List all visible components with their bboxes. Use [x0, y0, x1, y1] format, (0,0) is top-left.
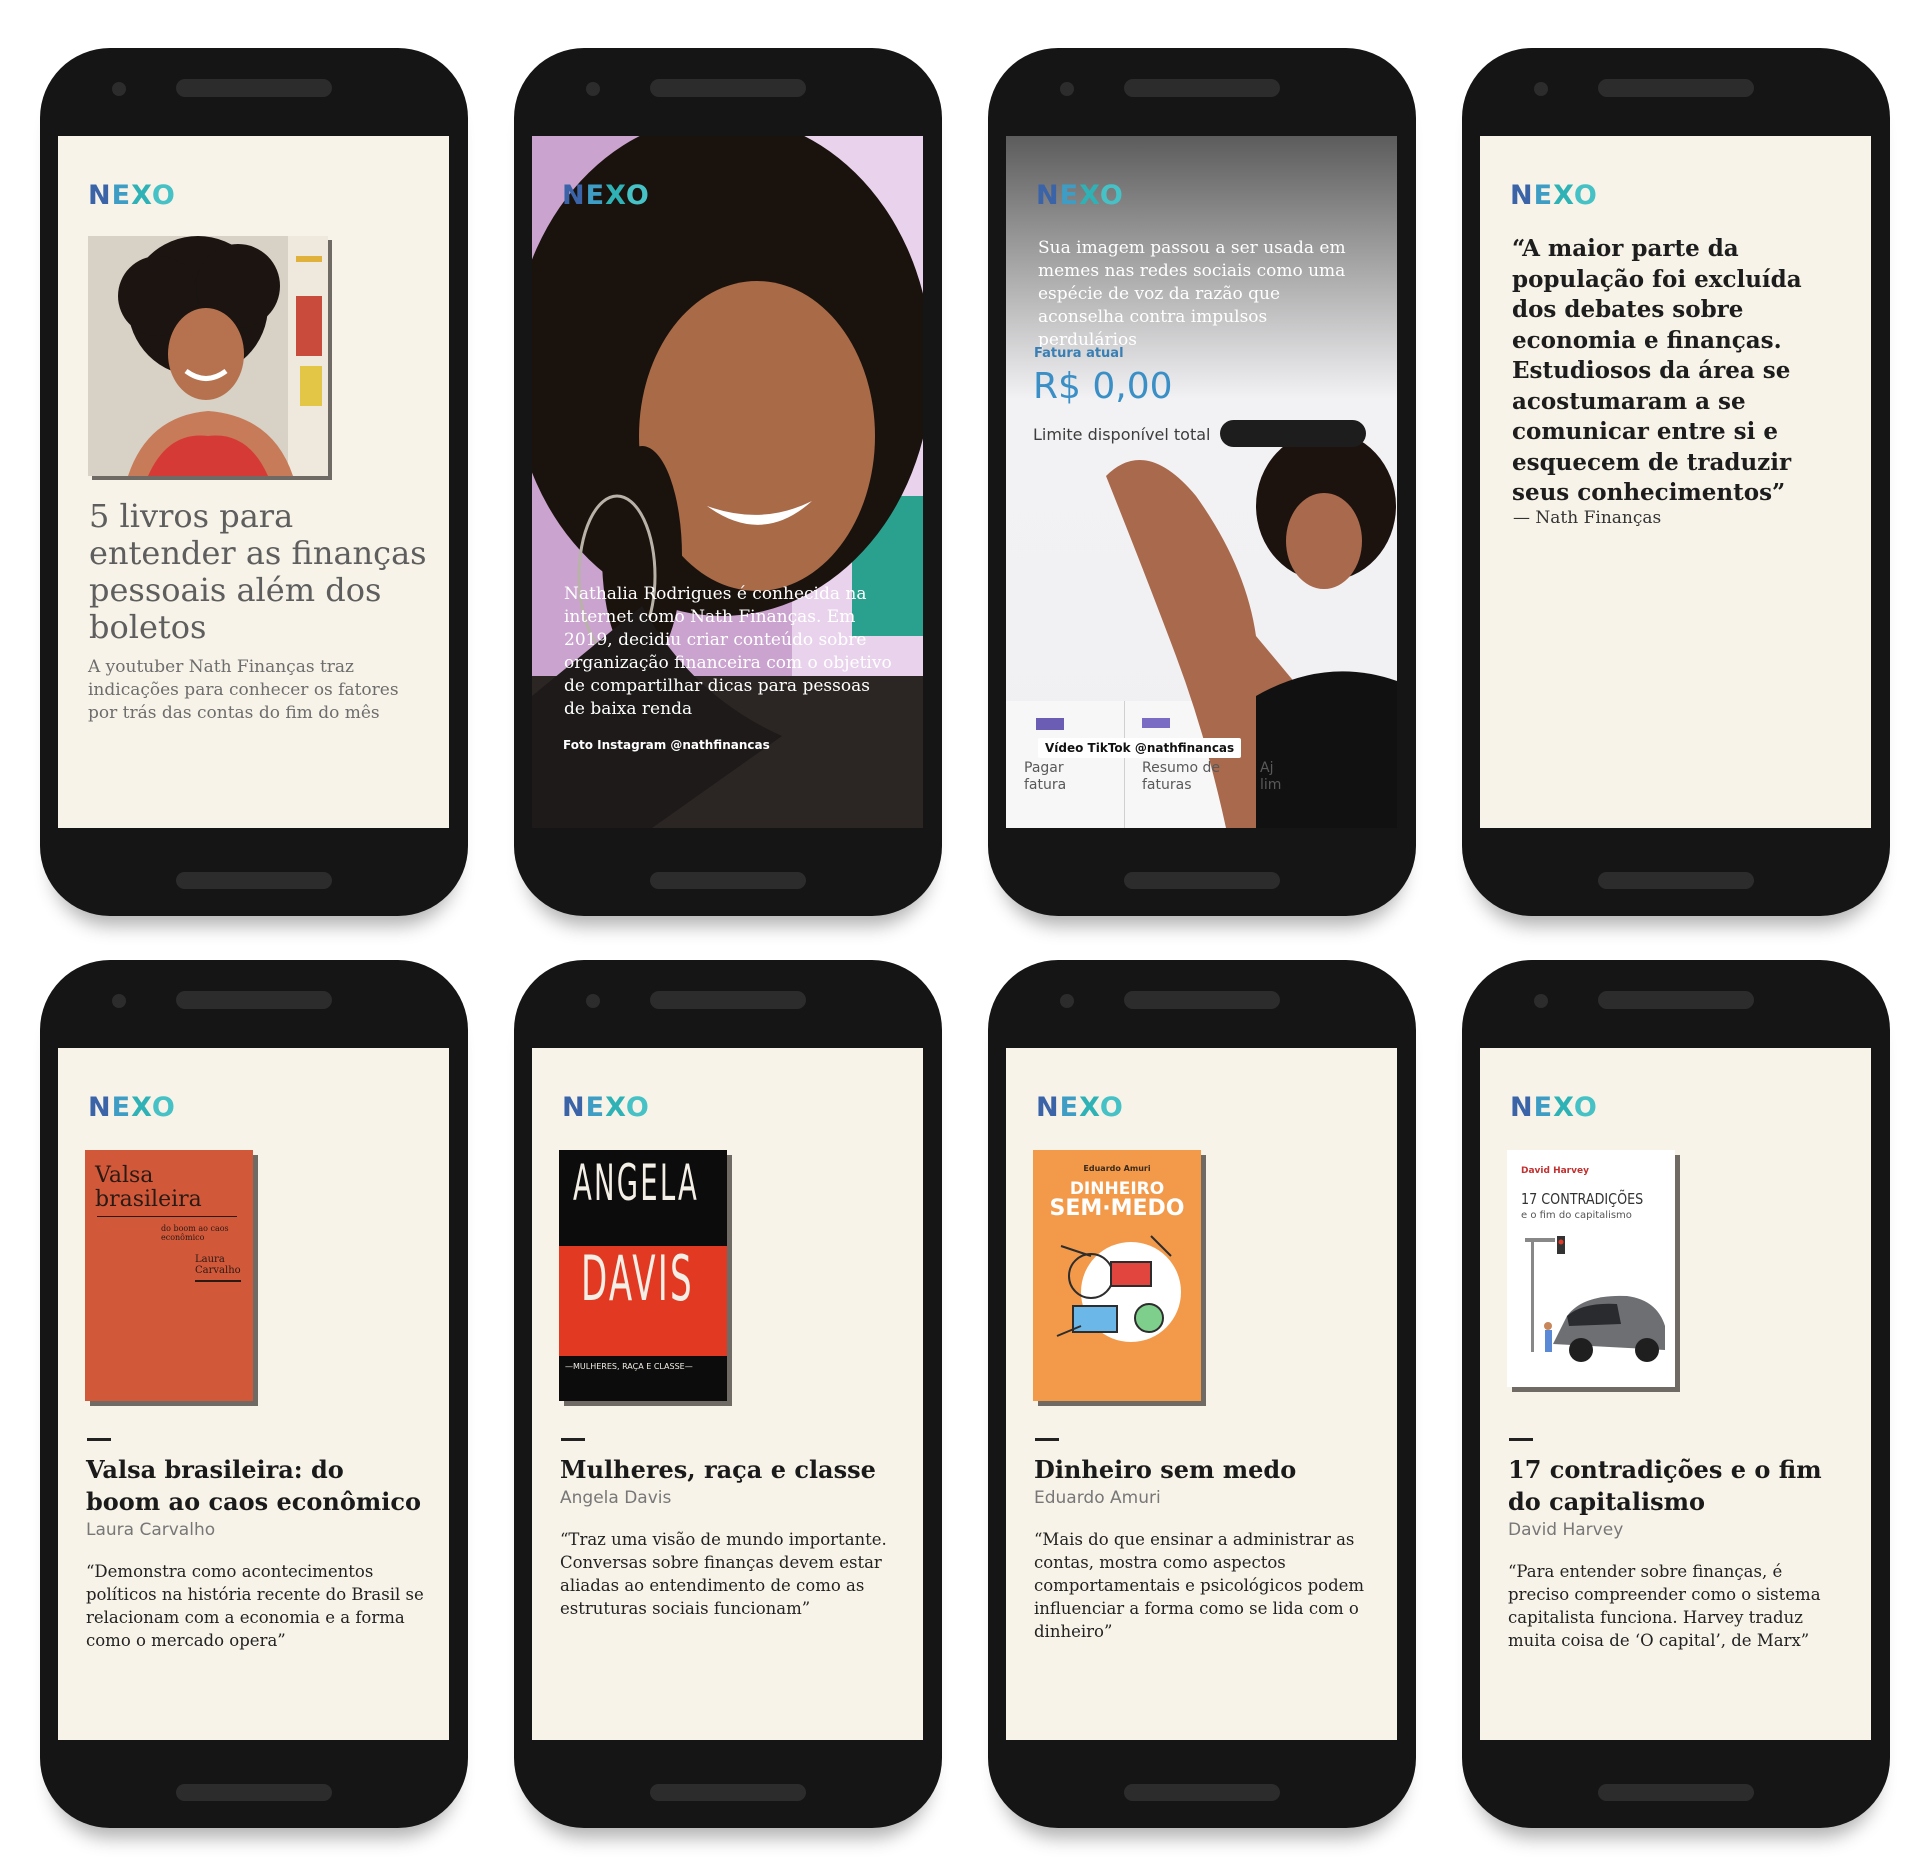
home-bar [1598, 872, 1754, 889]
video-caption: Sua imagem passou a ser usada em memes n… [1038, 238, 1346, 350]
redacted-value [1220, 420, 1366, 447]
camera-dot [1534, 994, 1548, 1008]
home-bar [176, 872, 332, 889]
speaker-grille [1598, 79, 1754, 97]
nexo-logo: NEXO [562, 180, 650, 211]
nexo-logo: NEXO [1036, 180, 1124, 211]
phone-4: NEXO “A maior parte da população foi exc… [1462, 48, 1890, 916]
home-bar [1124, 1784, 1280, 1801]
camera-dot [586, 82, 600, 96]
book-author: Laura Carvalho [86, 1520, 216, 1540]
book-title: Mulheres, raça e classe [560, 1455, 876, 1484]
phone-7: NEXO Eduardo Amuri DINHEIRO SEM·MEDO Din… [988, 960, 1416, 1828]
limite-label: Limite disponível total [1033, 425, 1211, 444]
story-title: 5 livros para entender as finanças pesso… [89, 497, 427, 646]
phone-6: NEXO ANGELA DAVIS —MULHERES, RAÇA E CLAS… [514, 960, 942, 1828]
camera-dot [1060, 994, 1074, 1008]
book-title: Valsa brasileira: do boom ao caos econôm… [86, 1455, 421, 1516]
phone-2: NEXO Nathalia Rodrigues é conhecida na i… [514, 48, 942, 916]
nexo-logo: NEXO [562, 1092, 650, 1123]
speaker-grille [650, 991, 806, 1009]
nath-photo [532, 136, 923, 828]
camera-dot [1534, 82, 1548, 96]
story-screen-book-2[interactable]: NEXO ANGELA DAVIS —MULHERES, RAÇA E CLAS… [532, 1048, 923, 1740]
story-screen-quote[interactable]: NEXO “A maior parte da população foi exc… [1480, 136, 1871, 828]
nexo-logo: NEXO [1510, 180, 1598, 211]
bill-summary-action: Resumo de faturas [1142, 760, 1221, 793]
quote-attribution: — Nath Finanças [1513, 508, 1662, 528]
book-author: Angela Davis [560, 1488, 672, 1508]
book-title: Dinheiro sem medo [1034, 1455, 1297, 1484]
story-screen-video[interactable]: NEXO Sua imagem passou a ser usada em me… [1006, 136, 1397, 828]
speaker-grille [650, 79, 806, 97]
home-bar [1124, 872, 1280, 889]
home-bar [650, 872, 806, 889]
camera-dot [1060, 82, 1074, 96]
book-quote: “Demonstra como acontecimentos políticos… [86, 1562, 424, 1650]
book-cover: Valsa brasileira do boom ao caos econômi… [85, 1150, 253, 1401]
home-bar [1598, 1784, 1754, 1801]
book-cover: Eduardo Amuri DINHEIRO SEM·MEDO [1033, 1150, 1201, 1401]
phone-3: NEXO Sua imagem passou a ser usada em me… [988, 48, 1416, 916]
fatura-value: R$ 0,00 [1033, 366, 1173, 407]
camera-dot [112, 82, 126, 96]
portrait-photo [88, 236, 328, 476]
nexo-logo: NEXO [1036, 1092, 1124, 1123]
phone-1: NEXO 5 livros para entender as finanças … [40, 48, 468, 916]
book-title: 17 contradições e o fim do capitalismo [1508, 1455, 1822, 1516]
speaker-grille [1124, 79, 1280, 97]
book-cover: ANGELA DAVIS —MULHERES, RAÇA E CLASSE— [559, 1150, 727, 1401]
nexo-logo: NEXO [88, 1092, 176, 1123]
book-author: David Harvey [1508, 1520, 1624, 1540]
pull-quote: “A maior parte da população foi excluída… [1512, 235, 1802, 506]
speaker-grille [1124, 991, 1280, 1009]
home-bar [650, 1784, 806, 1801]
camera-dot [112, 994, 126, 1008]
book-quote: “Para entender sobre finanças, é preciso… [1508, 1562, 1821, 1650]
nexo-logo: NEXO [88, 180, 176, 211]
divider-dash [1035, 1438, 1059, 1441]
book-author: Eduardo Amuri [1034, 1488, 1161, 1508]
story-screen-book-4[interactable]: NEXO David Harvey 17 CONTRADIÇÕES e o fi… [1480, 1048, 1871, 1740]
book-cover: David Harvey 17 CONTRADIÇÕES e o fim do … [1507, 1150, 1675, 1387]
fatura-label: Fatura atual [1034, 346, 1124, 361]
speaker-grille [1598, 991, 1754, 1009]
video-credit: Vídeo TikTok @nathfinancas [1038, 738, 1242, 758]
adjust-limit-action: Aj lim [1260, 760, 1282, 793]
camera-dot [586, 994, 600, 1008]
divider-dash [87, 1438, 111, 1441]
divider-dash [561, 1438, 585, 1441]
story-screen-book-1[interactable]: NEXO Valsa brasileira do boom ao caos ec… [58, 1048, 449, 1740]
divider-dash [1509, 1438, 1533, 1441]
story-screen-book-3[interactable]: NEXO Eduardo Amuri DINHEIRO SEM·MEDO Din… [1006, 1048, 1397, 1740]
phone-8: NEXO David Harvey 17 CONTRADIÇÕES e o fi… [1462, 960, 1890, 1828]
phone-5: NEXO Valsa brasileira do boom ao caos ec… [40, 960, 468, 1828]
story-dek: A youtuber Nath Finanças traz indicações… [88, 657, 399, 723]
pay-bill-action: Pagar fatura [1024, 760, 1067, 793]
photo-credit: Foto Instagram @nathfinancas [563, 738, 770, 752]
book-quote: “Mais do que ensinar a administrar as co… [1034, 1530, 1365, 1641]
story-screen-photo[interactable]: NEXO Nathalia Rodrigues é conhecida na i… [532, 136, 923, 828]
nexo-logo: NEXO [1510, 1092, 1598, 1123]
photo-caption: Nathalia Rodrigues é conhecida na intern… [564, 584, 892, 719]
book-quote: “Traz uma visão de mundo importante. Con… [560, 1530, 887, 1618]
home-bar [176, 1784, 332, 1801]
speaker-grille [176, 991, 332, 1009]
story-screen-cover[interactable]: NEXO 5 livros para entender as finanças … [58, 136, 449, 828]
speaker-grille [176, 79, 332, 97]
